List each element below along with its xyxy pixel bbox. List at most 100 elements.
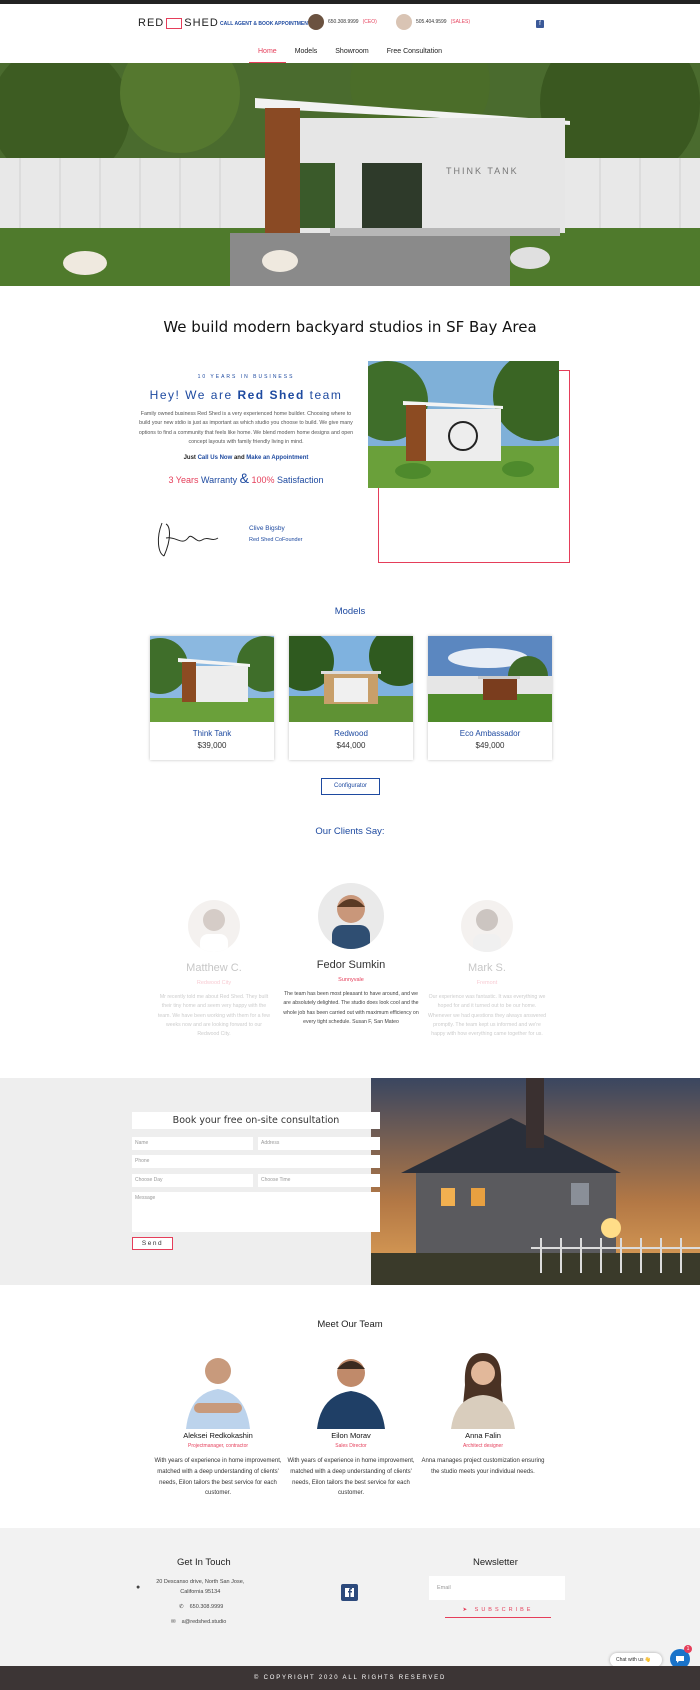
model-card-think-tank[interactable]: Think Tank $39,000 <box>150 636 274 760</box>
warranty-line: 3 Years Warranty & 100% Satisfaction <box>135 470 357 486</box>
team-title: Meet Our Team <box>317 1319 383 1330</box>
client-photo <box>461 900 513 952</box>
client-quote: Mr recently told me about Red Shed. They… <box>157 994 271 1038</box>
member-role: Sales Director <box>335 1443 367 1449</box>
warranty-amp: & <box>239 470 249 487</box>
location-pin-icon: ● <box>136 1583 141 1591</box>
signer-block: Clive Bigsby Red Shed CoFounder <box>249 525 303 543</box>
member-name: Eilon Morav <box>331 1431 371 1440</box>
warranty-years: 3 Years <box>168 475 199 486</box>
ceo-phone: 650.308.9999 <box>328 19 359 25</box>
get-in-touch-title: Get In Touch <box>177 1557 231 1568</box>
footer-address: ● 20 Descanso drive, North San Jose, Cali… <box>136 1577 244 1598</box>
clients-title: Our Clients Say: <box>315 826 385 837</box>
about-cta: Just Call Us Now and Make an Appointment <box>135 455 357 461</box>
facebook-icon[interactable]: f <box>536 20 544 28</box>
day-picker[interactable]: Choose Day <box>132 1174 253 1187</box>
model-price: $49,000 <box>475 741 505 750</box>
client-name: Matthew C. <box>186 962 242 974</box>
logo-text-red: RED <box>138 17 165 29</box>
booking-title: Book your free on-site consultation <box>132 1112 380 1129</box>
newsletter-title: Newsletter <box>473 1557 518 1568</box>
client-photo <box>188 900 240 952</box>
footer-email-address: a@redshed.studio <box>181 1619 227 1625</box>
copyright-bar: © COPYRIGHT 2020 ALL RIGHTS RESERVED <box>0 1666 700 1690</box>
call-us-link[interactable]: Call Us Now <box>198 455 233 461</box>
main-nav: Home Models Showroom Free Consultation <box>0 44 700 63</box>
about-section: 10 YEARS IN BUSINESS Hey! We are Red She… <box>135 374 357 486</box>
team-member-anna: Anna Falin Architect designer Anna manag… <box>418 1345 548 1478</box>
subscribe-button[interactable]: ➤ SUBSCRIBE <box>445 1602 551 1618</box>
send-button[interactable]: Send <box>132 1237 173 1250</box>
greeting-end: team <box>304 388 343 402</box>
signer-role: Red Shed CoFounder <box>249 537 303 543</box>
model-image <box>289 636 413 722</box>
client-location: Fremont <box>476 980 498 986</box>
address-field[interactable]: Address <box>258 1137 380 1150</box>
models-title: Models <box>334 606 366 617</box>
model-image <box>150 636 274 722</box>
contact-ceo[interactable]: 650.308.9999 (CEO) <box>308 14 377 30</box>
newsletter-email-input[interactable]: Email <box>429 1576 565 1600</box>
nav-models[interactable]: Models <box>286 44 327 63</box>
client-name: Fedor Sumkin <box>316 959 386 971</box>
intro-headline: We build modern backyard studios in SF B… <box>163 318 537 336</box>
footer-email[interactable]: ✉ a@redshed.studio <box>171 1619 226 1625</box>
configurator-button[interactable]: Configurator <box>321 778 380 795</box>
appointment-link[interactable]: Make an Appointment <box>246 455 308 461</box>
sales-tag: (SALES) <box>450 19 471 25</box>
warranty-word: Warranty <box>198 475 240 486</box>
agent-cta: CALL AGENT & BOOK APPOINTMENT <box>220 21 311 27</box>
sales-avatar <box>396 14 412 30</box>
footer-phone[interactable]: ✆ 650.308.9999 <box>179 1604 223 1610</box>
message-field[interactable]: Message <box>132 1192 380 1232</box>
time-picker[interactable]: Choose Time <box>258 1174 380 1187</box>
about-kicker: 10 YEARS IN BUSINESS <box>197 374 295 380</box>
member-name: Aleksei Redkokashin <box>183 1431 253 1440</box>
footer-facebook-icon[interactable] <box>341 1584 358 1601</box>
model-card-eco-ambassador[interactable]: Eco Ambassador $49,000 <box>428 636 552 760</box>
member-name: Anna Falin <box>465 1431 501 1440</box>
model-price: $39,000 <box>197 741 227 750</box>
logo-mark <box>166 17 183 29</box>
signer-name: Clive Bigsby <box>249 525 285 532</box>
contact-sales[interactable]: 505.404.9599 (SALES) <box>396 14 470 30</box>
member-photo <box>311 1345 391 1429</box>
member-bio: Anna manages project customization ensur… <box>421 1458 545 1475</box>
chat-widget-label[interactable]: Chat with us 👋 <box>610 1653 662 1667</box>
model-price: $44,000 <box>336 741 366 750</box>
ceo-tag: (CEO) <box>362 19 377 25</box>
greeting-text: Hey! We are <box>149 388 238 402</box>
signature-image <box>157 522 219 557</box>
address-lines: 20 Descanso drive, North San Jose, Califo… <box>156 1577 244 1598</box>
about-paragraph: Family owned business Red Shed is a very… <box>138 411 354 445</box>
testimonial-left: Matthew C. Redwood City Mr recently told… <box>155 900 273 1040</box>
logo[interactable]: RED SHED <box>138 17 219 29</box>
nav-home[interactable]: Home <box>249 44 286 63</box>
member-bio: With years of experience in home improve… <box>154 1458 282 1497</box>
hero-building-label: THINK TANK <box>446 166 519 176</box>
client-location: Sunnyvale <box>338 977 364 983</box>
name-field[interactable]: Name <box>132 1137 253 1150</box>
member-photo <box>178 1345 258 1429</box>
booking-house-image <box>371 1078 700 1285</box>
logo-text-shed: SHED <box>184 17 219 29</box>
address-line1: 20 Descanso drive, North San Jose, <box>156 1579 245 1585</box>
nav-free-consultation[interactable]: Free Consultation <box>378 44 451 63</box>
address-line2: California 95134 <box>180 1589 221 1596</box>
phone-field[interactable]: Phone <box>132 1155 380 1168</box>
team-member-aleksei: Aleksei Redkokashin Projectmanager, cont… <box>153 1345 283 1499</box>
site-header: RED SHED CALL AGENT & BOOK APPOINTMENT 6… <box>0 4 700 44</box>
cta-and: and <box>232 455 247 462</box>
team-member-eilon: Eilon Morav Sales Director With years of… <box>286 1345 416 1499</box>
model-name: Think Tank <box>192 729 232 738</box>
hero-image: THINK TANK <box>0 63 700 286</box>
greeting-brand: Red Shed <box>237 388 305 402</box>
nav-showroom[interactable]: Showroom <box>326 44 377 63</box>
warranty-percent: 100% <box>249 475 275 486</box>
ceo-avatar <box>308 14 324 30</box>
footer-phone-number: 650.308.9999 <box>189 1604 224 1610</box>
member-bio: With years of experience in home improve… <box>287 1458 415 1497</box>
model-card-redwood[interactable]: Redwood $44,000 <box>289 636 413 760</box>
about-studio-image <box>368 361 559 488</box>
